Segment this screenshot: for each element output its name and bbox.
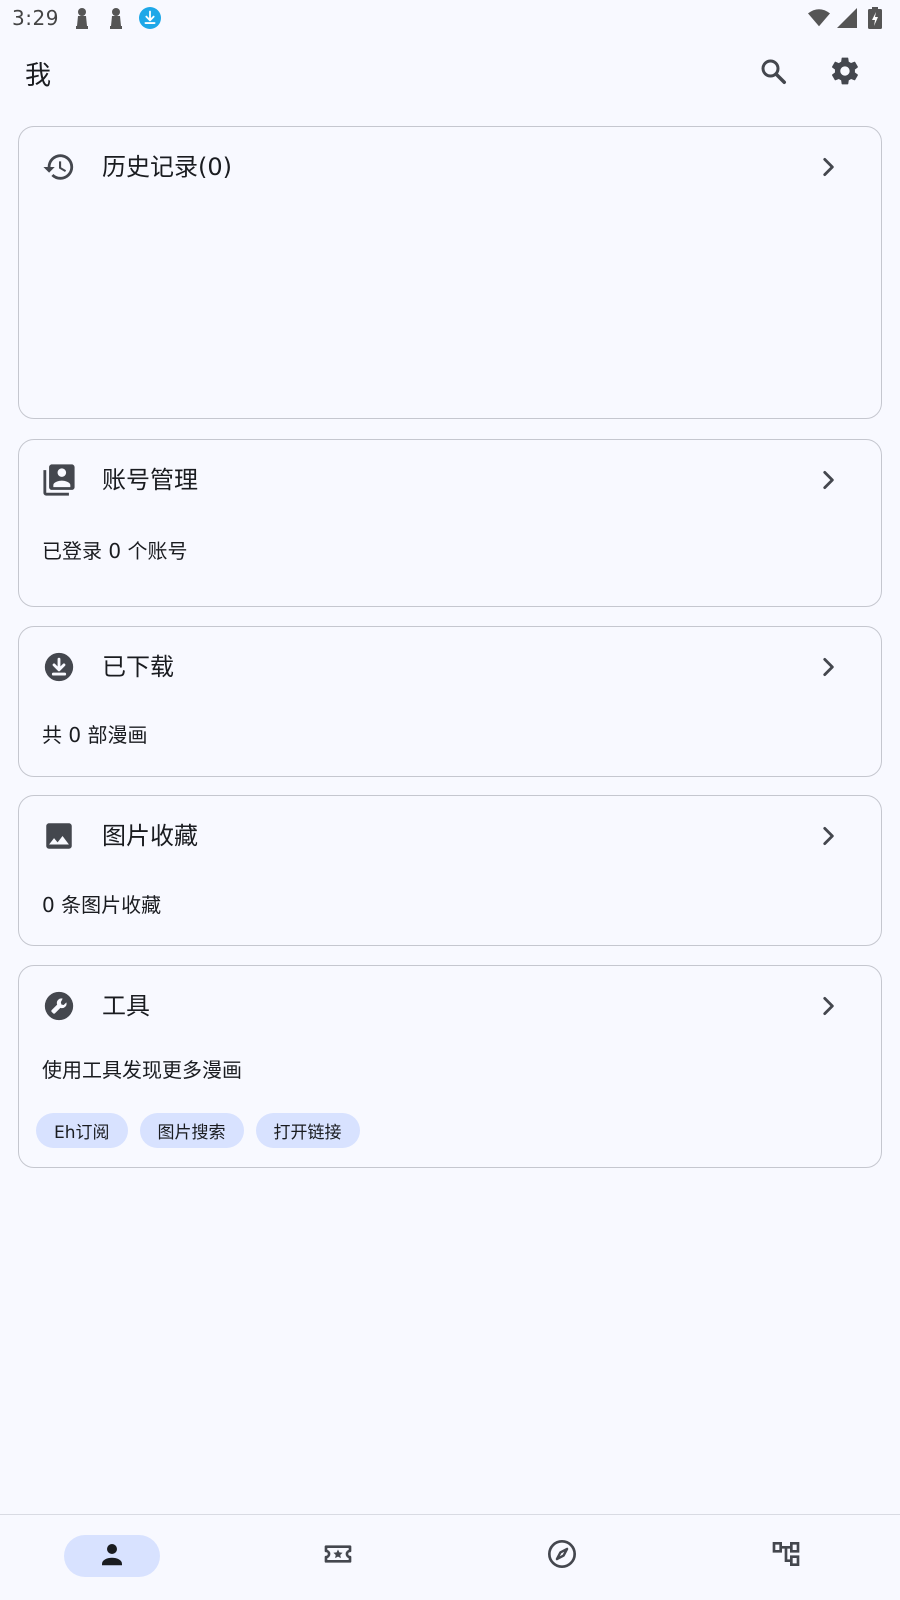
nav-categories[interactable] xyxy=(738,1535,834,1577)
images-title: 图片收藏 xyxy=(102,822,198,850)
search-icon xyxy=(758,56,788,90)
images-subtitle: 0 条图片收藏 xyxy=(42,893,162,917)
chevron-right-icon xyxy=(813,152,843,182)
signal-icon xyxy=(836,7,858,29)
downloads-card-header[interactable]: 已下载 xyxy=(19,627,881,707)
history-card-header[interactable]: 历史记录(0) xyxy=(19,127,881,207)
tools-card-header[interactable]: 工具 xyxy=(19,966,881,1046)
accounts-title: 账号管理 xyxy=(102,466,198,494)
tools-chip-row: Eh订阅 图片搜索 打开链接 xyxy=(36,1113,360,1148)
history-icon xyxy=(41,149,77,185)
person-icon xyxy=(97,1539,127,1573)
accounts-card: 账号管理 已登录 0 个账号 xyxy=(18,439,882,607)
pawn-icon xyxy=(105,7,127,29)
search-button[interactable] xyxy=(748,48,798,98)
chevron-right-icon xyxy=(813,465,843,495)
history-title: 历史记录(0) xyxy=(102,153,232,181)
status-bar: 3:29 xyxy=(0,0,900,36)
status-left: 3:29 xyxy=(12,6,161,30)
chevron-right-icon xyxy=(813,821,843,851)
download-badge-icon xyxy=(138,7,161,29)
battery-charging-icon xyxy=(864,7,886,29)
history-card: 历史记录(0) xyxy=(18,126,882,419)
chevron-right-icon xyxy=(813,991,843,1021)
nav-me[interactable] xyxy=(64,1535,160,1577)
downloads-card: 已下载 共 0 部漫画 xyxy=(18,626,882,777)
accounts-card-header[interactable]: 账号管理 xyxy=(19,440,881,520)
accounts-subtitle: 已登录 0 个账号 xyxy=(42,539,188,563)
build-circle-icon xyxy=(41,988,77,1024)
chip-open-link[interactable]: 打开链接 xyxy=(255,1113,360,1148)
nav-favorites[interactable] xyxy=(290,1535,386,1577)
status-time: 3:29 xyxy=(12,6,59,30)
chip-image-search[interactable]: 图片搜索 xyxy=(139,1113,244,1148)
account-box-icon xyxy=(41,462,77,498)
status-right xyxy=(808,7,888,29)
chip-eh-subscription[interactable]: Eh订阅 xyxy=(36,1113,128,1148)
downloads-subtitle: 共 0 部漫画 xyxy=(42,723,148,747)
tools-card: 工具 使用工具发现更多漫画 Eh订阅 图片搜索 打开链接 xyxy=(18,965,882,1168)
image-icon xyxy=(41,818,77,854)
downloads-title: 已下载 xyxy=(102,653,174,681)
app-bar: 我 xyxy=(0,36,900,110)
tools-title: 工具 xyxy=(102,992,150,1020)
account-tree-icon xyxy=(770,1538,802,1574)
bottom-navigation xyxy=(0,1514,900,1600)
images-card-header[interactable]: 图片收藏 xyxy=(19,796,881,876)
tools-subtitle: 使用工具发现更多漫画 xyxy=(42,1058,242,1082)
settings-icon xyxy=(829,55,861,91)
chevron-right-icon xyxy=(813,652,843,682)
pawn-icon xyxy=(71,7,93,29)
page-title: 我 xyxy=(25,60,52,91)
nav-explore[interactable] xyxy=(514,1535,610,1577)
explore-icon xyxy=(546,1538,578,1574)
settings-button[interactable] xyxy=(820,48,870,98)
download-circle-icon xyxy=(41,649,77,685)
app-actions xyxy=(748,48,870,98)
local-activity-icon xyxy=(322,1538,354,1574)
wifi-icon xyxy=(808,7,830,29)
images-card: 图片收藏 0 条图片收藏 xyxy=(18,795,882,946)
